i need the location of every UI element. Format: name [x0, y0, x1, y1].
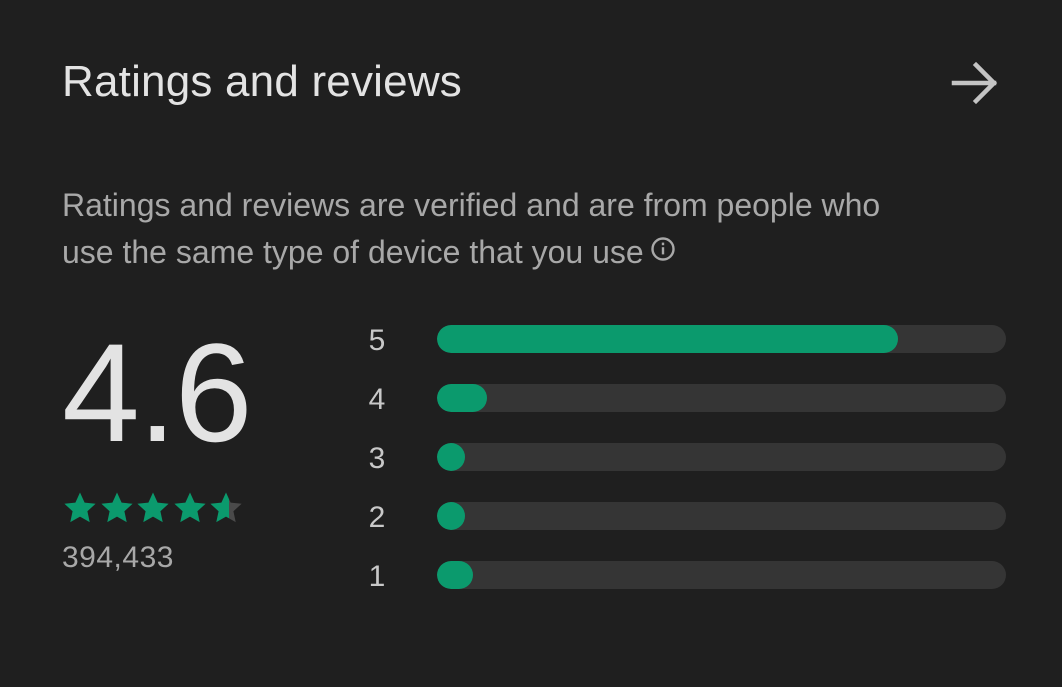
arrow-right-icon [951, 61, 998, 105]
rating-row-4: 4 [360, 380, 1008, 439]
verification-note: Ratings and reviews are verified and are… [62, 182, 1002, 278]
ratings-header[interactable]: Ratings and reviews [62, 52, 1002, 112]
verification-note-line-2: use the same type of device that you use [62, 229, 1002, 278]
star-rating [62, 490, 245, 526]
rating-bar-fill [437, 443, 465, 471]
rating-row-5: 5 [360, 321, 1008, 380]
rating-row-3: 3 [360, 439, 1008, 498]
verification-note-line-2-text: use the same type of device that you use [62, 234, 644, 270]
rating-row-1: 1 [360, 557, 1008, 616]
rating-row-label: 5 [368, 324, 386, 357]
verification-note-line-1: Ratings and reviews are verified and are… [62, 187, 881, 223]
rating-bar-fill [437, 325, 898, 353]
star-full-icon [64, 492, 96, 523]
section-title: Ratings and reviews [62, 57, 462, 106]
rating-row-label: 4 [368, 383, 386, 416]
rating-row-label: 1 [368, 560, 386, 593]
rating-bar-fill [437, 561, 473, 589]
rating-distribution: 5 4 3 2 1 [360, 321, 1008, 616]
rating-bar-fill [437, 502, 465, 530]
star-full-icon [137, 492, 169, 523]
rating-bar-track [437, 502, 1006, 530]
see-all-reviews-button[interactable] [948, 56, 1002, 110]
star-full-icon [100, 492, 133, 523]
star-full-icon [173, 492, 206, 523]
rating-row-label: 2 [368, 501, 386, 534]
rating-row-label: 3 [368, 442, 386, 475]
info-icon[interactable] [650, 228, 676, 275]
rating-row-2: 2 [360, 498, 1008, 557]
average-rating: 4.6 [62, 314, 253, 471]
review-count: 394,433 [62, 541, 174, 574]
rating-bar-track [437, 443, 1006, 471]
rating-bar-track [437, 384, 1006, 412]
rating-bar-track [437, 325, 1006, 353]
rating-bar-track [437, 561, 1006, 589]
rating-bar-fill [437, 384, 487, 412]
star-half-icon [210, 492, 242, 523]
